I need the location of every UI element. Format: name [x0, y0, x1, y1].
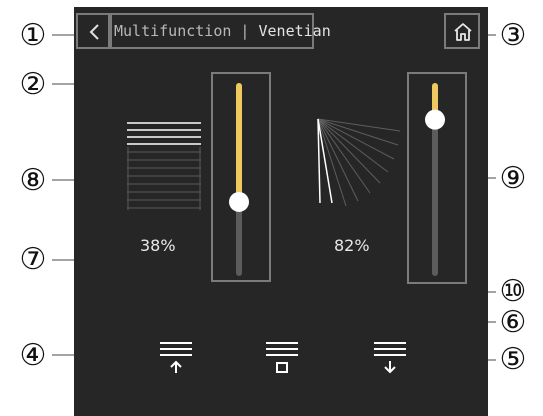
- callout-10: ⑩: [499, 274, 527, 309]
- venetian-blind-icon: [127, 122, 201, 210]
- callout-4: ④: [19, 338, 47, 373]
- stop-button[interactable]: [262, 337, 302, 377]
- tilt-slider-track: [229, 83, 249, 276]
- position-slider[interactable]: [407, 72, 467, 284]
- back-button[interactable]: [76, 13, 110, 49]
- device-screen: Multifunction | Venetian 38% 82%: [74, 7, 488, 416]
- position-slider-knob: [425, 109, 445, 130]
- tilt-slider[interactable]: [211, 72, 271, 282]
- position-slider-track: [425, 83, 445, 276]
- lines-with-down-arrow-icon: [374, 342, 406, 374]
- home-button[interactable]: [444, 13, 480, 49]
- callout-1: ①: [19, 18, 47, 53]
- lines-with-square-icon: [266, 342, 298, 373]
- tilt-slider-knob: [229, 191, 249, 212]
- callout-9: ⑨: [499, 161, 527, 196]
- position-percent-label: 82%: [334, 236, 370, 255]
- breadcrumb-title: Multifunction | Venetian: [110, 13, 331, 49]
- move-up-button[interactable]: [156, 337, 196, 377]
- callout-2: ②: [19, 67, 47, 102]
- slat-angle-icon: [317, 118, 401, 207]
- callout-3: ③: [499, 18, 527, 53]
- title-category: Multifunction: [114, 22, 232, 40]
- page-title: Multifunction | Venetian: [114, 22, 331, 40]
- callout-6: ⑥: [499, 305, 527, 340]
- lines-with-up-arrow-icon: [160, 342, 192, 373]
- callout-8: ⑧: [19, 163, 47, 198]
- callout-7: ⑦: [19, 242, 47, 277]
- home-icon: [454, 23, 472, 41]
- move-down-button[interactable]: [370, 337, 410, 377]
- tilt-percent-label: 38%: [140, 236, 176, 255]
- chevron-left-icon: [89, 24, 99, 40]
- callout-5: ⑤: [499, 342, 527, 377]
- title-device: Venetian: [258, 22, 331, 40]
